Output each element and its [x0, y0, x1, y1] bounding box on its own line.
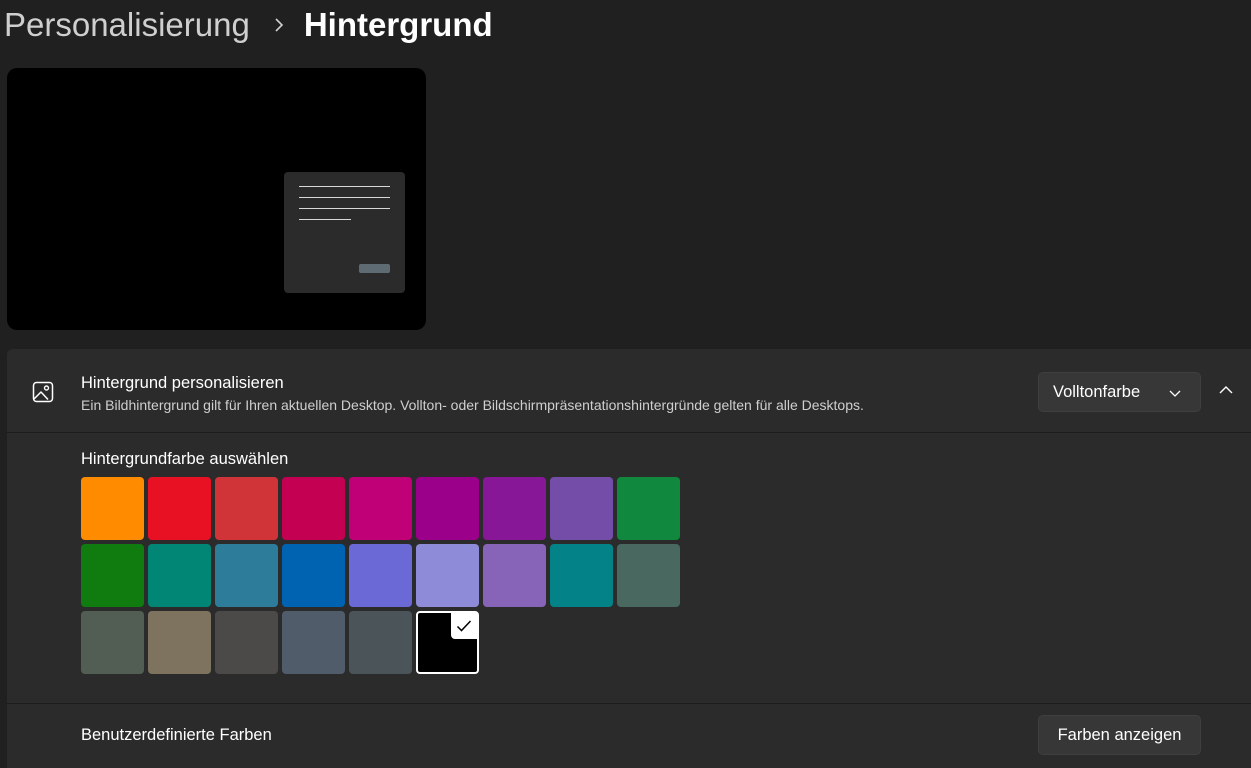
custom-colors-label: Benutzerdefinierte Farben [81, 726, 272, 744]
background-color-label: Hintergrundfarbe auswählen [81, 450, 289, 468]
background-color-section: Hintergrundfarbe auswählen [7, 434, 1251, 703]
background-type-dropdown[interactable]: Volltonfarbe [1038, 372, 1201, 412]
checkmark-icon [451, 613, 477, 639]
color-swatch[interactable] [148, 544, 211, 607]
chevron-down-icon [1168, 386, 1182, 400]
color-swatch[interactable] [81, 477, 144, 540]
color-swatch[interactable] [617, 477, 680, 540]
custom-colors-row: Benutzerdefinierte Farben Farben anzeige… [7, 703, 1251, 768]
color-swatch[interactable] [416, 544, 479, 607]
color-swatch[interactable] [282, 611, 345, 674]
preview-line [299, 197, 390, 198]
color-swatch[interactable] [416, 477, 479, 540]
image-icon [31, 380, 55, 404]
page-title: Hintergrund [303, 6, 493, 43]
color-swatch-grid [81, 477, 680, 674]
color-swatch[interactable] [148, 477, 211, 540]
personalize-background-row: Hintergrund personalisieren Ein Bildhint… [7, 349, 1251, 433]
color-swatch-selected[interactable] [416, 611, 479, 674]
color-swatch[interactable] [550, 544, 613, 607]
personalize-background-description: Ein Bildhintergrund gilt für Ihren aktue… [81, 397, 864, 413]
preview-line [299, 186, 390, 187]
preview-line [299, 219, 351, 220]
show-colors-button[interactable]: Farben anzeigen [1038, 715, 1201, 755]
color-swatch[interactable] [148, 611, 211, 674]
color-swatch[interactable] [349, 611, 412, 674]
color-swatch[interactable] [483, 477, 546, 540]
color-swatch[interactable] [81, 544, 144, 607]
color-swatch[interactable] [282, 477, 345, 540]
color-swatch[interactable] [215, 544, 278, 607]
desktop-preview [7, 68, 426, 330]
color-swatch[interactable] [617, 544, 680, 607]
chevron-right-icon [272, 18, 286, 32]
color-swatch[interactable] [282, 544, 345, 607]
personalize-background-title: Hintergrund personalisieren [81, 374, 284, 392]
color-swatch[interactable] [550, 477, 613, 540]
preview-window [284, 172, 405, 293]
breadcrumb: Personalisierung Hintergrund [4, 0, 493, 50]
collapse-button[interactable] [1211, 378, 1241, 406]
color-swatch[interactable] [215, 611, 278, 674]
color-swatch[interactable] [349, 477, 412, 540]
background-settings-card: Hintergrund personalisieren Ein Bildhint… [7, 349, 1251, 768]
chevron-up-icon [1218, 382, 1234, 403]
color-swatch[interactable] [349, 544, 412, 607]
color-swatch[interactable] [483, 544, 546, 607]
color-swatch[interactable] [215, 477, 278, 540]
color-swatch[interactable] [81, 611, 144, 674]
preview-button [359, 264, 390, 273]
preview-line [299, 208, 390, 209]
background-type-value: Volltonfarbe [1053, 382, 1141, 401]
breadcrumb-parent-personalisierung[interactable]: Personalisierung [4, 6, 250, 44]
